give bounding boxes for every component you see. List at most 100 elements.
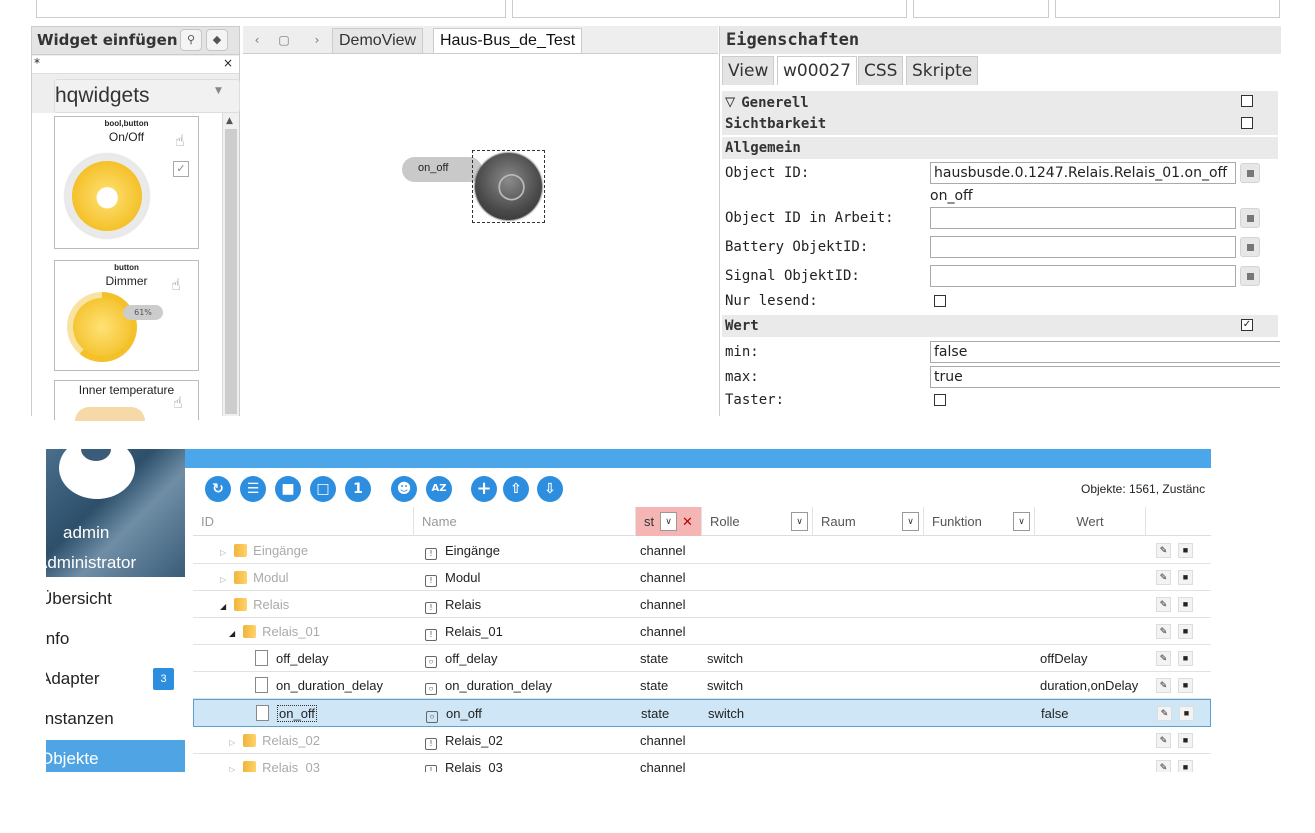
widget-card-dimmer[interactable]: button Dimmer ☝ 61%	[54, 260, 199, 371]
table-row[interactable]: ▷ Modul ! Modul channel ✎ ■	[193, 564, 1211, 591]
drag-hand-icon[interactable]: ☝	[173, 393, 183, 412]
tab-widget-id[interactable]: w00027	[777, 56, 857, 85]
object-id-field[interactable]: hausbusde.0.1247.Relais.Relais_01.on_off	[930, 162, 1236, 184]
edit-icon[interactable]: ✎	[1157, 706, 1172, 721]
widget-card-temperature[interactable]: Inner temperature ☝	[54, 380, 199, 421]
expand-icon[interactable]: ▷	[220, 548, 226, 557]
delete-icon[interactable]: ■	[1178, 597, 1193, 612]
checkbox-icon[interactable]: ✓	[173, 161, 189, 177]
taster-checkbox[interactable]	[934, 394, 946, 406]
table-row[interactable]: ◢ Relais_01 ! Relais_01 channel ✎ ■	[193, 618, 1211, 645]
delete-icon[interactable]: ■	[1178, 651, 1193, 666]
tab-css[interactable]: CSS	[858, 56, 904, 85]
expand-icon[interactable]: ▷	[220, 575, 226, 584]
nav-info[interactable]: Info	[46, 620, 185, 658]
expert-icon[interactable]: ☻	[391, 476, 417, 502]
sichtbarkeit-checkbox[interactable]	[1241, 117, 1253, 129]
chevron-down-icon[interactable]: ∨	[902, 512, 919, 531]
collapse-icon[interactable]: ◢	[220, 602, 226, 611]
view-canvas[interactable]: on_off ◯	[243, 55, 718, 416]
drag-hand-icon[interactable]: ☝	[171, 275, 187, 295]
folder-icon[interactable]: ■	[275, 476, 301, 502]
widget-card-onoff[interactable]: bool,button On/Off ☝ ✓ ●	[54, 116, 199, 249]
group-wert[interactable]: Wert	[722, 315, 1278, 337]
signal-id-field[interactable]	[930, 265, 1236, 287]
clear-filter-icon[interactable]: ✕	[682, 507, 693, 536]
select-id-button[interactable]	[1240, 266, 1260, 286]
delete-icon[interactable]: ■	[1178, 543, 1193, 558]
edit-icon[interactable]: ✎	[1156, 543, 1171, 558]
chevron-down-icon[interactable]: ∨	[1013, 512, 1030, 531]
select-id-button[interactable]	[1240, 163, 1260, 183]
row-value[interactable]: duration,onDelay	[1040, 672, 1152, 699]
edit-icon[interactable]: ✎	[1156, 733, 1171, 748]
tab-view-hausbus[interactable]: Haus-Bus_de_Test	[433, 28, 583, 53]
tab-view-demo[interactable]: DemoView	[332, 28, 424, 53]
table-row[interactable]: ▷ Relais_02 ! Relais_02 channel ✎ ■	[193, 727, 1211, 754]
group-generell[interactable]: ▽ Generell	[722, 91, 1278, 113]
column-room[interactable]: Raum ∨	[813, 507, 924, 536]
edit-icon[interactable]: ✎	[1156, 570, 1171, 585]
chevron-down-icon[interactable]: ∨	[791, 512, 808, 531]
max-field[interactable]: true	[930, 366, 1280, 388]
column-name[interactable]: Name	[414, 507, 636, 536]
tab-skripte[interactable]: Skripte	[906, 56, 979, 85]
delete-icon[interactable]: ■	[1178, 760, 1193, 772]
clear-filter-icon[interactable]: ×	[223, 56, 233, 70]
table-row[interactable]: ◢ Relais ! Relais channel ✎ ■	[193, 591, 1211, 618]
edit-icon[interactable]: ✎	[1156, 678, 1171, 693]
select-id-button[interactable]	[1240, 208, 1260, 228]
delete-icon[interactable]: ■	[1178, 624, 1193, 639]
column-function[interactable]: Funktion ∨	[924, 507, 1035, 536]
bulb-off-widget[interactable]: ◯	[475, 153, 542, 220]
edit-icon[interactable]: ✎	[1156, 651, 1171, 666]
search-icon[interactable]: ⚲	[180, 29, 202, 51]
tab-prev-icon[interactable]: ‹	[246, 29, 268, 51]
delete-icon[interactable]: ■	[1178, 678, 1193, 693]
column-id[interactable]: ID	[193, 507, 414, 536]
delete-icon[interactable]: ■	[1179, 706, 1194, 721]
battery-id-field[interactable]	[930, 236, 1236, 258]
group-allgemein[interactable]: Allgemein	[722, 137, 1278, 159]
tab-view[interactable]: View	[722, 56, 775, 85]
drag-hand-icon[interactable]: ☝	[175, 131, 191, 151]
object-id-arbeit-field[interactable]	[930, 207, 1236, 229]
widget-filter-input[interactable]: * ×	[32, 56, 239, 74]
column-value[interactable]: Wert	[1035, 507, 1146, 536]
nav-objects[interactable]: Objekte	[46, 740, 185, 772]
collapse-icon[interactable]: ◢	[229, 629, 235, 638]
upload-icon[interactable]: ⇧	[503, 476, 529, 502]
scroll-thumb[interactable]	[225, 129, 237, 414]
nav-adapter[interactable]: Adapter 3	[46, 660, 185, 698]
min-field[interactable]: false	[930, 341, 1280, 363]
readonly-checkbox[interactable]	[934, 295, 946, 307]
info-icon[interactable]: 1	[345, 476, 371, 502]
row-value[interactable]: offDelay	[1040, 645, 1152, 672]
generell-checkbox[interactable]	[1241, 95, 1253, 107]
refresh-icon[interactable]: ↻	[205, 476, 231, 502]
column-role[interactable]: Rolle ∨	[702, 507, 813, 536]
table-row[interactable]: on_duration_delay ○ on_duration_delay sta…	[193, 672, 1211, 699]
scroll-up-icon[interactable]: ▲	[226, 116, 233, 126]
selected-widget-frame[interactable]: ◯	[472, 150, 545, 223]
table-row[interactable]: ▷ Eingänge ! Eingänge channel ✎ ■	[193, 537, 1211, 564]
group-sichtbarkeit[interactable]: Sichtbarkeit	[722, 113, 1278, 135]
list-icon[interactable]: ☰	[240, 476, 266, 502]
edit-icon[interactable]: ✎	[1156, 760, 1171, 772]
chevron-down-icon[interactable]: ∨	[660, 512, 677, 531]
expand-icon[interactable]: ▷	[229, 765, 235, 772]
edit-icon[interactable]: ✎	[1156, 624, 1171, 639]
nav-instances[interactable]: Instanzen	[46, 700, 185, 738]
select-id-button[interactable]	[1240, 237, 1260, 257]
widget-list-scrollbar[interactable]: ▲	[222, 113, 239, 416]
wert-checkbox-checked[interactable]: ✓	[1241, 319, 1253, 331]
nav-overview[interactable]: Übersicht	[46, 580, 185, 618]
trash-icon[interactable]: ▢	[273, 29, 295, 51]
folder-open-icon[interactable]: □	[310, 476, 336, 502]
delete-icon[interactable]: ■	[1178, 733, 1193, 748]
column-type-filter[interactable]: st ∨ ✕	[636, 507, 702, 536]
table-row[interactable]: ▷ Relais_03 ! Relais_03 channel ✎ ■	[193, 754, 1211, 772]
edit-icon[interactable]: ✎	[1156, 597, 1171, 612]
tab-next-icon[interactable]: ›	[306, 29, 328, 51]
table-row[interactable]: off_delay ○ off_delay state switch offDel…	[193, 645, 1211, 672]
